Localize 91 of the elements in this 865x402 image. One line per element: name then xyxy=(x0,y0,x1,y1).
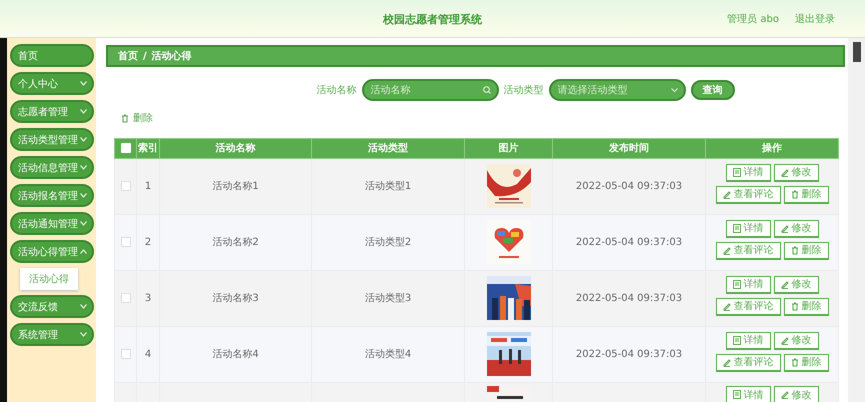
pencil-icon xyxy=(780,390,788,399)
row-checkbox[interactable] xyxy=(120,181,130,191)
select-all-checkbox[interactable] xyxy=(120,142,130,153)
table-cell: 3 xyxy=(144,292,152,304)
action-button[interactable]: 查看评论 xyxy=(716,354,780,372)
menu-item[interactable]: 活动报名管理 xyxy=(10,184,94,207)
table-cell: 1 xyxy=(144,180,152,192)
document-icon xyxy=(732,390,740,399)
action-button[interactable]: 删除 xyxy=(784,354,828,372)
menu-item[interactable]: 系统管理 xyxy=(10,323,94,346)
action-button[interactable]: 详情 xyxy=(726,220,770,238)
document-icon xyxy=(732,336,740,344)
table-cell-text: 活动名称3 xyxy=(212,292,259,305)
action-button[interactable]: 详情 xyxy=(726,276,770,294)
search-field[interactable]: 活动名称 xyxy=(362,79,498,101)
menu-item[interactable]: 个人中心 xyxy=(10,72,94,95)
action-button[interactable]: 删除 xyxy=(784,242,828,260)
pencil-icon xyxy=(722,246,730,254)
trash-icon xyxy=(790,302,798,310)
menu-item[interactable]: 活动类型管理 xyxy=(10,128,94,151)
trash-icon xyxy=(790,190,798,198)
table-cell: 2022-05-04 09:37:03 xyxy=(576,348,682,360)
query-button[interactable]: 查询 xyxy=(690,80,734,100)
table-cell-text: 活动名称1 xyxy=(212,180,259,193)
document-icon xyxy=(732,168,740,176)
app-title: 校园志愿者管理系统 xyxy=(383,12,482,26)
table-cell-text: 活动类型4 xyxy=(364,348,412,361)
table-cell-text: 活动类型3 xyxy=(364,292,412,305)
action-button[interactable]: 查看评论 xyxy=(716,298,780,316)
action-button[interactable]: 删除 xyxy=(784,298,828,316)
row-checkbox[interactable] xyxy=(120,237,130,247)
column-header: 发布时间 xyxy=(552,138,706,158)
menu-item[interactable]: 首页 xyxy=(10,44,94,67)
menu-item[interactable]: 志愿者管理 xyxy=(10,100,94,123)
action-button[interactable]: 修改 xyxy=(774,276,818,294)
document-icon xyxy=(732,224,740,232)
user-label: 管理员 abo xyxy=(727,13,779,26)
action-button[interactable]: 修改 xyxy=(774,164,818,182)
row-checkbox[interactable] xyxy=(120,293,130,303)
column-header: 活动名称 xyxy=(160,138,312,158)
action-button[interactable]: 删除 xyxy=(784,186,828,204)
scrollbar[interactable] xyxy=(848,38,865,402)
action-button[interactable]: 修改 xyxy=(774,386,818,402)
select-field[interactable]: 请选择活动类型 xyxy=(548,79,686,101)
pencil-icon xyxy=(722,358,730,366)
action-button[interactable]: 修改 xyxy=(774,332,818,350)
pencil-icon xyxy=(722,302,730,310)
chevron-icon xyxy=(670,88,678,92)
scrollbar-thumb[interactable] xyxy=(853,42,861,62)
document-icon xyxy=(732,280,740,288)
trash-icon xyxy=(121,114,129,122)
table-cell: 2022-05-04 09:37:03 xyxy=(576,236,682,248)
table-cell-text: 活动名称2 xyxy=(212,236,259,249)
trash-icon xyxy=(790,358,798,366)
table-cell-text: 活动名称4 xyxy=(212,348,259,361)
trash-icon xyxy=(790,246,798,254)
table-cell: 2022-05-04 09:37:03 xyxy=(576,180,682,192)
action-button[interactable]: 修改 xyxy=(774,220,818,238)
pencil-icon xyxy=(722,190,730,198)
pencil-icon xyxy=(780,280,788,288)
table-cell: 4 xyxy=(144,348,152,360)
table-cell: 2022-05-04 09:37:03 xyxy=(576,292,682,304)
breadcrumb-separator: / xyxy=(143,50,147,62)
action-button[interactable]: 详情 xyxy=(726,386,770,402)
menu-item[interactable]: 活动信息管理 xyxy=(10,156,94,179)
menu-item[interactable]: 交流反馈 xyxy=(10,295,94,318)
action-button[interactable]: 详情 xyxy=(726,164,770,182)
column-header: 活动类型 xyxy=(312,138,464,158)
menu-item[interactable]: 活动通知管理 xyxy=(10,212,94,235)
pencil-icon xyxy=(780,224,788,232)
table-cell: 2 xyxy=(144,236,152,248)
column-header: 图片 xyxy=(464,138,552,158)
breadcrumb-link[interactable]: 活动心得 xyxy=(152,49,192,63)
column-header: 操作 xyxy=(706,138,838,158)
action-button[interactable]: 查看评论 xyxy=(716,242,780,260)
column-header: 索引 xyxy=(136,138,160,158)
row-checkbox[interactable] xyxy=(120,349,130,359)
submenu-item[interactable]: 活动心得 xyxy=(20,268,78,290)
search-label: 活动类型 xyxy=(504,84,544,97)
search-icon xyxy=(482,86,490,94)
pencil-icon xyxy=(780,168,788,176)
pencil-icon xyxy=(780,336,788,344)
action-button[interactable]: 查看评论 xyxy=(716,186,780,204)
breadcrumb-link[interactable]: 首页 xyxy=(118,49,138,63)
logout-link[interactable]: 退出登录 xyxy=(795,12,835,26)
table-cell-text: 活动类型1 xyxy=(364,180,412,193)
delete-button[interactable]: 删除 xyxy=(121,111,153,125)
table-cell-text: 活动类型2 xyxy=(364,236,412,249)
search-label: 活动名称 xyxy=(316,84,356,97)
menu-item[interactable]: 活动心得管理 xyxy=(10,240,94,263)
action-button[interactable]: 详情 xyxy=(726,332,770,350)
